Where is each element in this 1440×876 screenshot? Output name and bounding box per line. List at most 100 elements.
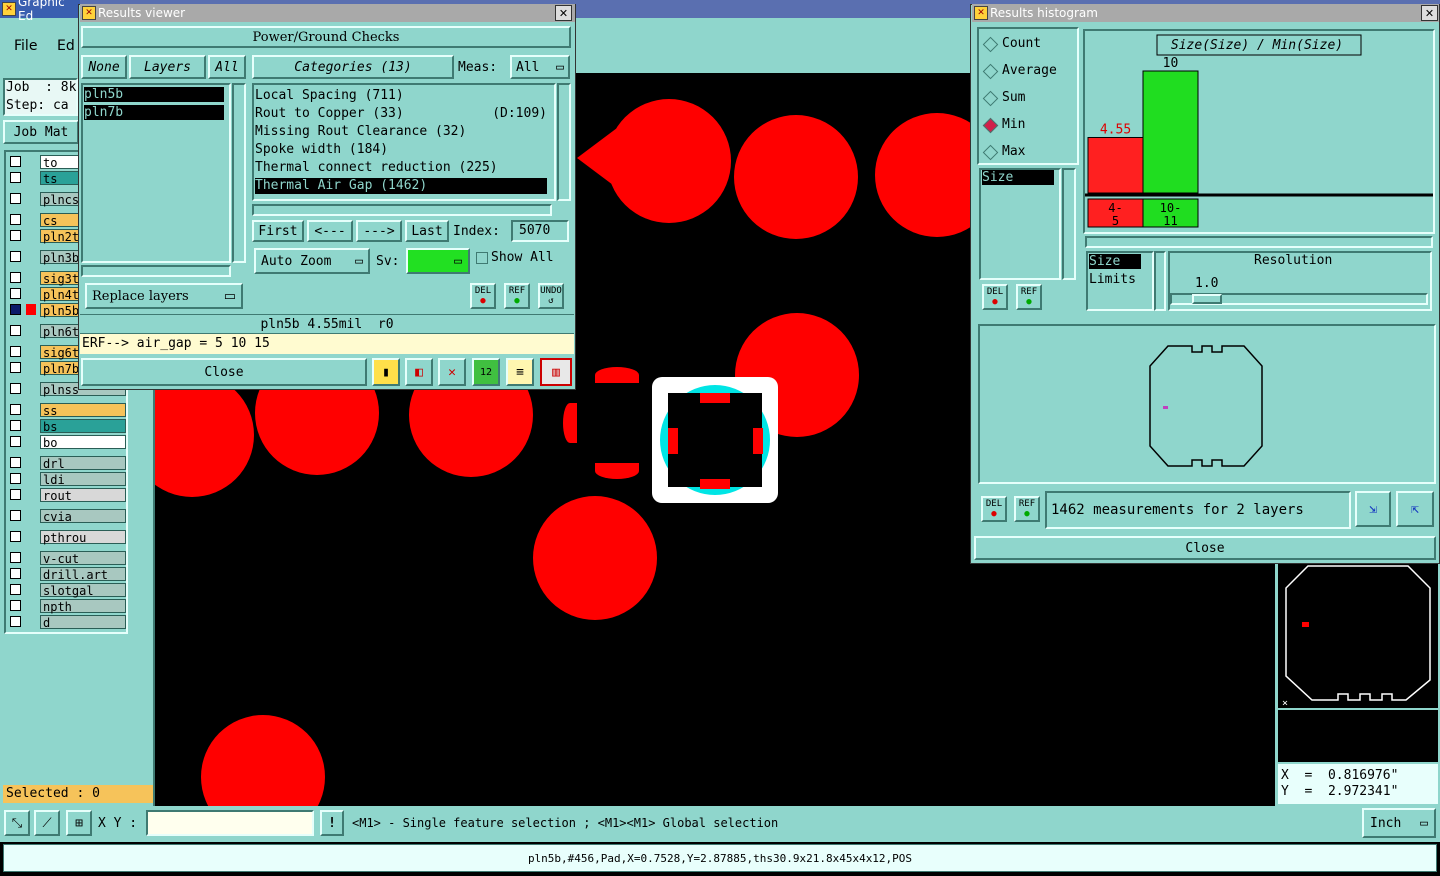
layer-checkbox[interactable]	[10, 304, 21, 315]
result-layer-item[interactable]: pln7b	[84, 105, 224, 120]
close-icon[interactable]: ✕	[1421, 5, 1438, 21]
category-item[interactable]: Rout to Copper (33) (D:109)	[255, 106, 547, 122]
category-item[interactable]: Thermal connect reduction (225)	[255, 160, 547, 176]
show-all-checkbox[interactable]	[476, 252, 488, 264]
menu-edit[interactable]: Ed	[57, 38, 75, 54]
thermal-spoke[interactable]	[668, 428, 678, 454]
results-close-button[interactable]: Close	[81, 358, 367, 386]
layer-name[interactable]: v-cut	[40, 551, 126, 566]
thermal-spoke[interactable]	[700, 479, 730, 489]
first-button[interactable]: First	[252, 220, 304, 242]
layer-name[interactable]: ldi	[40, 472, 126, 487]
layer-checkbox[interactable]	[10, 489, 21, 500]
size-list-scrollbar[interactable]	[1062, 168, 1076, 280]
thermal-spoke[interactable]	[753, 428, 763, 454]
layer-row-rout[interactable]: rout	[6, 488, 126, 503]
histogram-hscrollbar[interactable]	[1085, 236, 1433, 248]
results-viewer-titlebar[interactable]: ✕ Results viewer	[80, 4, 575, 22]
notes-icon-button[interactable]: ≡	[506, 358, 534, 386]
mark-icon-button[interactable]: ▮	[372, 358, 400, 386]
layer-checkbox[interactable]	[10, 531, 21, 542]
layer-checkbox[interactable]	[10, 600, 21, 611]
limits-item-limits[interactable]: Limits	[1089, 272, 1136, 287]
report-icon-button[interactable]: ◧	[405, 358, 433, 386]
result-layer-item[interactable]: pln5b	[84, 87, 224, 102]
categories-button[interactable]: Categories (13)	[252, 55, 454, 79]
snap-tool-icon[interactable]: ⊞	[66, 810, 92, 836]
xy-input[interactable]	[146, 810, 314, 836]
histogram-ref-button[interactable]: REF ●	[1016, 284, 1042, 310]
category-hscrollbar[interactable]	[252, 204, 552, 216]
option-label-count[interactable]: Count	[1002, 36, 1041, 51]
severity-dropdown[interactable]: ▭	[406, 248, 470, 274]
none-button[interactable]: None	[81, 55, 127, 79]
layer-checkbox[interactable]	[10, 230, 21, 241]
thermal-spoke[interactable]	[595, 463, 639, 479]
thermal-spoke[interactable]	[700, 393, 730, 403]
limits-item-size[interactable]: Size	[1089, 254, 1141, 269]
histogram-bar[interactable]	[1142, 70, 1199, 194]
layer-checkbox[interactable]	[10, 457, 21, 468]
layer-checkbox[interactable]	[10, 510, 21, 521]
layer-checkbox[interactable]	[10, 473, 21, 484]
layer-name[interactable]: ss	[40, 403, 126, 418]
histogram-titlebar[interactable]: ✕ Results histogram	[972, 4, 1439, 22]
option-label-average[interactable]: Average	[1002, 63, 1057, 78]
category-item[interactable]: Local Spacing (711)	[255, 88, 547, 104]
layer-checkbox[interactable]	[10, 568, 21, 579]
auto-zoom-dropdown[interactable]: Auto Zoom ▭	[254, 248, 370, 274]
layer-name[interactable]: d	[40, 615, 126, 630]
measure-tool-icon[interactable]: ⟋	[34, 810, 60, 836]
pad-feature[interactable]	[533, 496, 657, 620]
resolution-slider-handle[interactable]	[1192, 294, 1222, 304]
layer-list-hscrollbar[interactable]	[81, 265, 231, 277]
preview-ref-button[interactable]: REF ●	[1014, 496, 1040, 522]
layer-row-drl[interactable]: drl	[6, 456, 126, 471]
info-icon[interactable]: !	[320, 810, 344, 836]
layer-row-bo[interactable]: bo	[6, 435, 126, 450]
layer-name[interactable]: bo	[40, 435, 126, 450]
layer-checkbox[interactable]	[10, 272, 21, 283]
compare-icon-button[interactable]: 12	[472, 358, 500, 386]
zoom-tool-icon[interactable]: ⤡	[4, 810, 30, 836]
layer-checkbox[interactable]	[10, 193, 21, 204]
layer-row-d[interactable]: d	[6, 615, 126, 630]
layer-checkbox[interactable]	[10, 552, 21, 563]
close-icon[interactable]: ✕	[555, 5, 572, 21]
pad-feature[interactable]	[734, 115, 858, 239]
partial-pad-feature[interactable]	[577, 128, 617, 188]
layer-name[interactable]: bs	[40, 419, 126, 434]
layer-checkbox[interactable]	[10, 404, 21, 415]
layer-checkbox[interactable]	[10, 383, 21, 394]
layer-row-ldi[interactable]: ldi	[6, 472, 126, 487]
replace-layers-dropdown[interactable]: Replace layers ▭	[85, 283, 243, 309]
index-input[interactable]: 5070	[511, 220, 569, 242]
layer-row-drill-art[interactable]: drill.art	[6, 567, 126, 582]
units-dropdown[interactable]: Inch ▭	[1362, 808, 1436, 838]
layer-checkbox[interactable]	[10, 616, 21, 627]
layer-row-slotgal[interactable]: slotgal	[6, 583, 126, 598]
layer-checkbox[interactable]	[10, 420, 21, 431]
layer-name[interactable]: drl	[40, 456, 126, 471]
category-scrollbar[interactable]	[557, 83, 571, 201]
layer-row-ss[interactable]: ss	[6, 403, 126, 418]
layer-name[interactable]: pthrou	[40, 530, 126, 545]
all-layers-button[interactable]: All	[208, 55, 246, 79]
category-item[interactable]: Missing Rout Clearance (32)	[255, 124, 547, 140]
option-label-min[interactable]: Min	[1002, 117, 1025, 132]
layer-name[interactable]: rout	[40, 488, 126, 503]
layer-name[interactable]: drill.art	[40, 567, 126, 582]
layer-checkbox[interactable]	[10, 288, 21, 299]
histogram-chart[interactable]: Size(Size) / Min(Size) 4.55 4-5 10 10-11	[1085, 31, 1433, 231]
last-button[interactable]: Last	[405, 220, 449, 242]
pad-feature[interactable]	[155, 373, 254, 497]
layer-row-npth[interactable]: npth	[6, 599, 126, 614]
meas-dropdown[interactable]: All ▭	[510, 55, 570, 79]
histogram-del-button[interactable]: DEL ●	[982, 284, 1008, 310]
layer-checkbox[interactable]	[10, 251, 21, 262]
layer-row-pthrou[interactable]: pthrou	[6, 530, 126, 545]
category-item[interactable]: Thermal Air Gap (1462)	[255, 178, 547, 194]
menu-file[interactable]: File	[14, 38, 37, 54]
layer-checkbox[interactable]	[10, 346, 21, 357]
preview-del-button[interactable]: DEL ●	[981, 496, 1007, 522]
